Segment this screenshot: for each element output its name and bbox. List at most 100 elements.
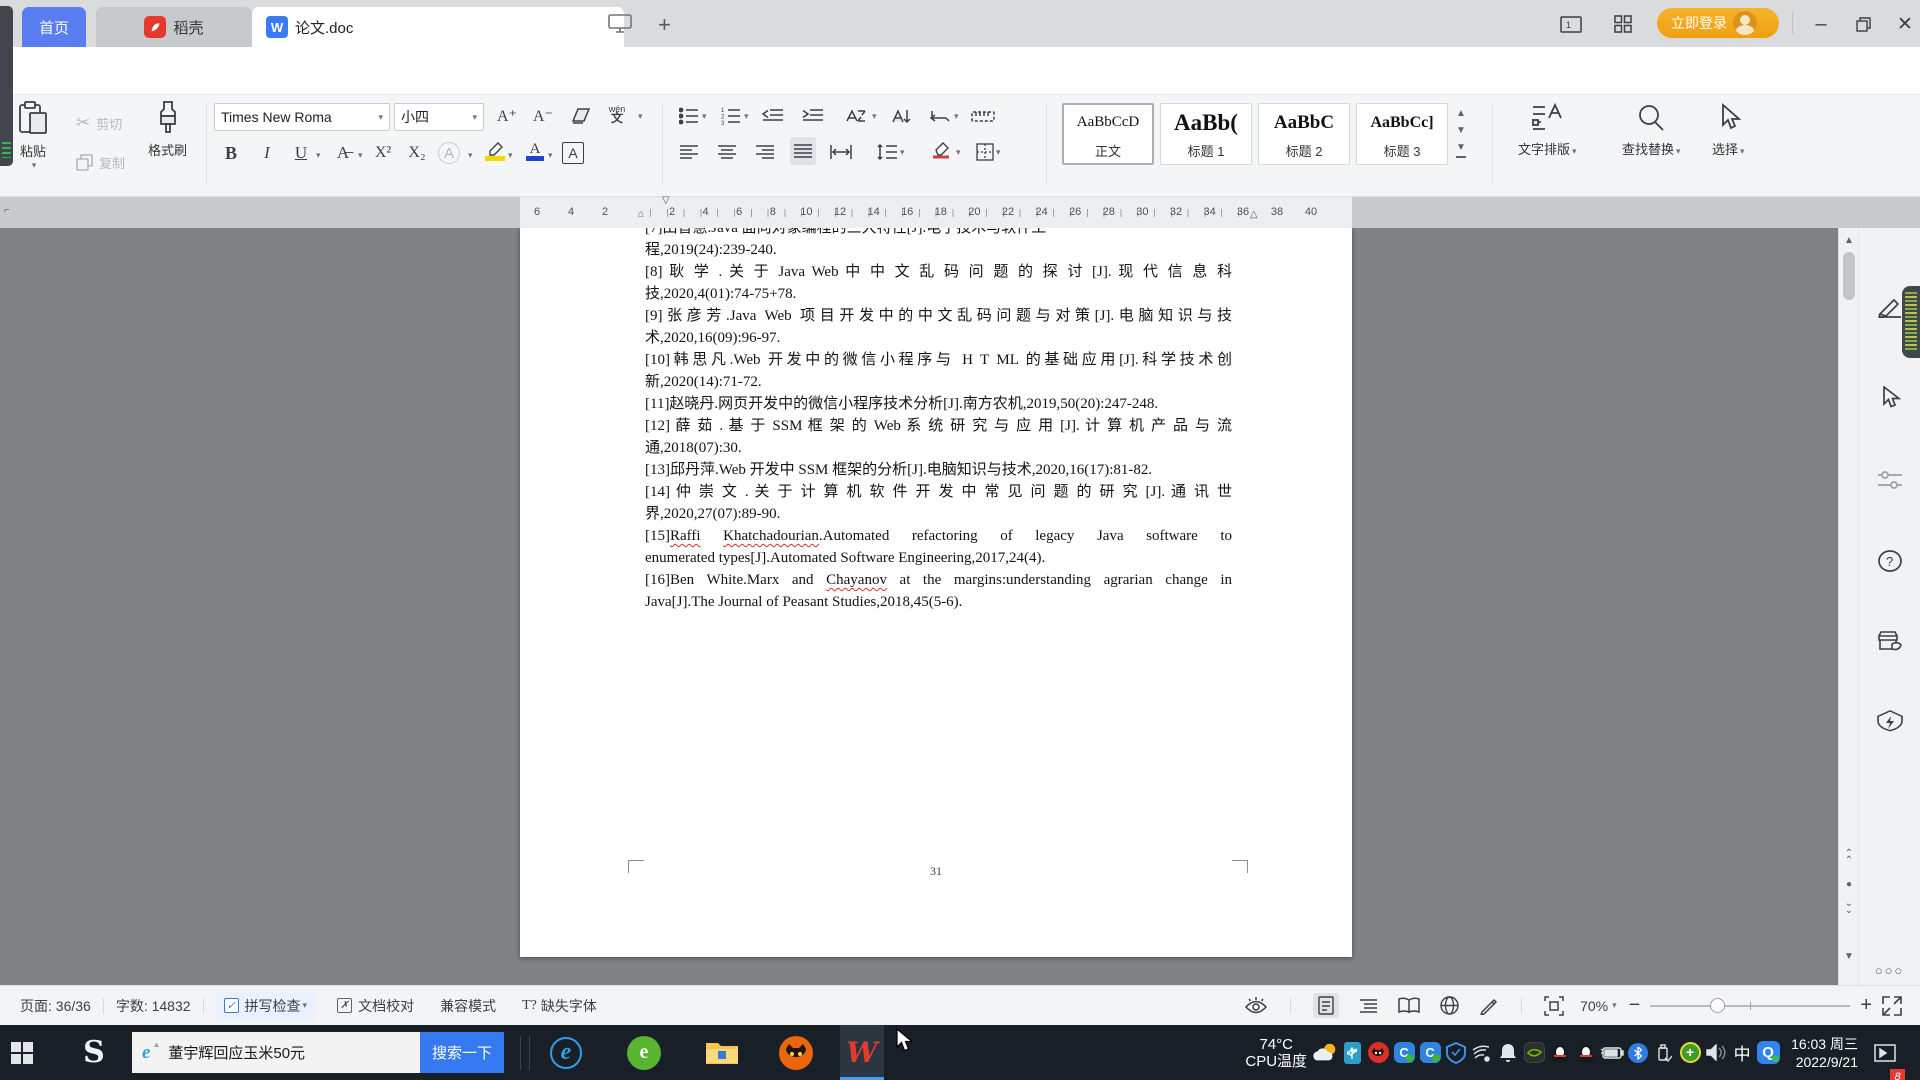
font-color-button[interactable]: A	[522, 138, 548, 164]
missing-font-warning[interactable]: T? 缺失字体	[522, 996, 597, 1016]
char-effect-icon[interactable]: A	[438, 142, 460, 164]
zoom-value[interactable]: 70%	[1580, 998, 1608, 1014]
superscript-button[interactable]: X²	[370, 140, 396, 166]
styles-down-icon[interactable]: ▼	[1456, 122, 1466, 139]
battery-icon[interactable]	[1599, 1025, 1625, 1080]
new-tab-button[interactable]: +	[658, 12, 671, 38]
align-center-icon[interactable]	[714, 139, 740, 165]
zoom-slider[interactable]	[1650, 997, 1851, 1013]
document-text[interactable]: [7]田智慧.Java 面向对象编程的三大特性[J].电子技术与软件工 程,20…	[645, 228, 1232, 613]
numbered-list-icon[interactable]: 123	[718, 103, 744, 129]
zoom-out-icon[interactable]: −	[1629, 994, 1641, 1017]
style-item[interactable]: AaBbCc] 标题 3	[1356, 103, 1448, 165]
style-item[interactable]: AaBbCcD 正文	[1062, 103, 1154, 165]
notification-bell-icon[interactable]	[1495, 1025, 1521, 1080]
wps-taskbar-icon[interactable]: W	[840, 1025, 884, 1080]
nvidia-icon[interactable]	[1521, 1025, 1547, 1080]
pc-manager-icon-2[interactable]: C	[1417, 1025, 1443, 1080]
decrease-font-icon[interactable]: A⁻	[530, 103, 556, 129]
web-layout-icon[interactable]	[1440, 996, 1459, 1015]
char-scale-icon[interactable]	[842, 103, 868, 129]
increase-indent-icon[interactable]	[800, 103, 826, 129]
compat-mode[interactable]: 兼容模式	[440, 996, 496, 1016]
page-select-icon[interactable]: ●	[1839, 880, 1859, 890]
vertical-scrollbar[interactable]: ▲ ⌃ ⌃ ● ⌄ ⌄ ▼	[1838, 228, 1858, 985]
word-count[interactable]: 字数: 14832	[116, 996, 191, 1016]
increase-font-icon[interactable]: A⁺	[494, 103, 520, 129]
decrease-indent-icon[interactable]	[760, 103, 786, 129]
print-layout-view-icon[interactable]	[1313, 993, 1340, 1018]
document-proofing[interactable]: ✗ 文档校对	[337, 996, 414, 1016]
minimize-button[interactable]: –	[1806, 12, 1836, 36]
tab-docer[interactable]: 稻壳	[96, 7, 252, 47]
wifi-icon[interactable]	[1469, 1025, 1495, 1080]
outline-view-icon[interactable]	[1359, 998, 1378, 1014]
app-grid-icon[interactable]	[1608, 12, 1638, 36]
copy-button[interactable]: 复制	[76, 153, 125, 172]
subscript-button[interactable]: X₂	[404, 140, 430, 166]
search-go-button[interactable]: 搜索一下	[420, 1032, 504, 1073]
scroll-up-icon[interactable]: ▲	[1839, 236, 1859, 246]
qq-icon-2[interactable]	[1573, 1025, 1599, 1080]
font-name-select[interactable]: Times New Roma ▾	[214, 103, 390, 131]
sogou-icon[interactable]: S	[72, 1025, 116, 1080]
zoom-slider-thumb[interactable]	[1710, 997, 1726, 1013]
highlight-color-button[interactable]	[482, 138, 508, 164]
eye-protect-icon[interactable]	[1244, 996, 1268, 1015]
fullscreen-icon[interactable]	[1882, 995, 1902, 1016]
annotate-pen-icon[interactable]	[1877, 296, 1902, 318]
spell-check-toggle[interactable]: ✓ 拼写检查 ▾	[215, 991, 316, 1020]
horizontal-ruler[interactable]: 6 4 2 2 4 6 8 10 12 14 16 18 20 22 24 26 28 30 32 34 36 …	[0, 195, 1920, 228]
read-mode-icon[interactable]	[1398, 997, 1420, 1014]
weather-icon[interactable]	[1313, 1025, 1339, 1080]
line-spacing-icon[interactable]	[874, 139, 900, 165]
clear-format-icon[interactable]	[568, 103, 594, 129]
tab-ruler-icon[interactable]	[970, 103, 996, 129]
select-arrow-icon[interactable]	[1879, 386, 1901, 410]
qq-icon[interactable]	[1547, 1025, 1573, 1080]
style-item[interactable]: AaBbC 标题 2	[1258, 103, 1350, 165]
tab-document[interactable]: W 论文.doc	[252, 7, 624, 47]
qq-browser-icon[interactable]: Q	[1755, 1025, 1781, 1080]
scrollbar-thumb[interactable]	[1843, 252, 1855, 300]
security-shield-icon[interactable]	[1443, 1025, 1469, 1080]
page-indicator[interactable]: 页面: 36/36	[20, 996, 91, 1016]
screen-share-icon[interactable]	[608, 14, 632, 33]
more-tools-icon[interactable]: ○○○	[1875, 963, 1905, 978]
usb-eject-icon[interactable]	[1651, 1025, 1677, 1080]
document-page[interactable]: [7]田智慧.Java 面向对象编程的三大特性[J].电子技术与软件工 程,20…	[520, 228, 1352, 957]
ink-pen-icon[interactable]	[1479, 996, 1499, 1015]
fit-page-icon[interactable]	[1544, 995, 1564, 1016]
taskbar-search[interactable]: e ▲ 董宇辉回应玉米50元 搜索一下	[132, 1032, 504, 1073]
restore-button[interactable]	[1848, 12, 1878, 36]
antivirus-icon[interactable]: +	[1677, 1025, 1703, 1080]
file-explorer-icon[interactable]	[700, 1025, 744, 1080]
usb-tray-icon[interactable]	[1339, 1025, 1365, 1080]
sort-icon[interactable]	[888, 103, 914, 129]
styles-up-icon[interactable]: ▲	[1456, 105, 1466, 122]
volume-icon[interactable]	[1703, 1025, 1729, 1080]
docked-widget-strip[interactable]	[0, 6, 13, 166]
ime-indicator[interactable]: 中	[1729, 1025, 1755, 1080]
paste-button[interactable]: 粘贴 ▾	[18, 101, 48, 171]
cpu-temp-widget[interactable]: 74°C CPU温度	[1245, 1036, 1307, 1070]
zoom-in-icon[interactable]: +	[1860, 994, 1872, 1017]
hanging-indent-marker[interactable]: ⌂	[638, 209, 644, 220]
close-button[interactable]: ✕	[1890, 12, 1920, 36]
pc-manager-icon[interactable]: C	[1391, 1025, 1417, 1080]
pinyin-guide-icon[interactable]: wén 文	[604, 101, 630, 127]
cut-button[interactable]: ✂ 剪切	[76, 113, 122, 133]
skill-store-icon[interactable]	[1876, 630, 1904, 656]
window-mode-icon[interactable]: 1	[1556, 12, 1586, 36]
bold-button[interactable]: B	[218, 140, 244, 166]
scroll-down-icon[interactable]: ▼	[1839, 952, 1859, 962]
badge-icon[interactable]	[1876, 710, 1904, 734]
italic-button[interactable]: I	[254, 140, 280, 166]
style-item[interactable]: AaBb(标题 1	[1160, 103, 1252, 165]
start-button[interactable]	[0, 1025, 44, 1080]
align-right-icon[interactable]	[752, 139, 778, 165]
login-button[interactable]: 立即登录	[1657, 8, 1779, 38]
font-size-select[interactable]: 小四 ▾	[394, 103, 484, 131]
styles-more-icon[interactable]: ▼	[1456, 139, 1466, 158]
taskbar-clock[interactable]: 16:03 周三 2022/9/21	[1791, 1035, 1858, 1071]
